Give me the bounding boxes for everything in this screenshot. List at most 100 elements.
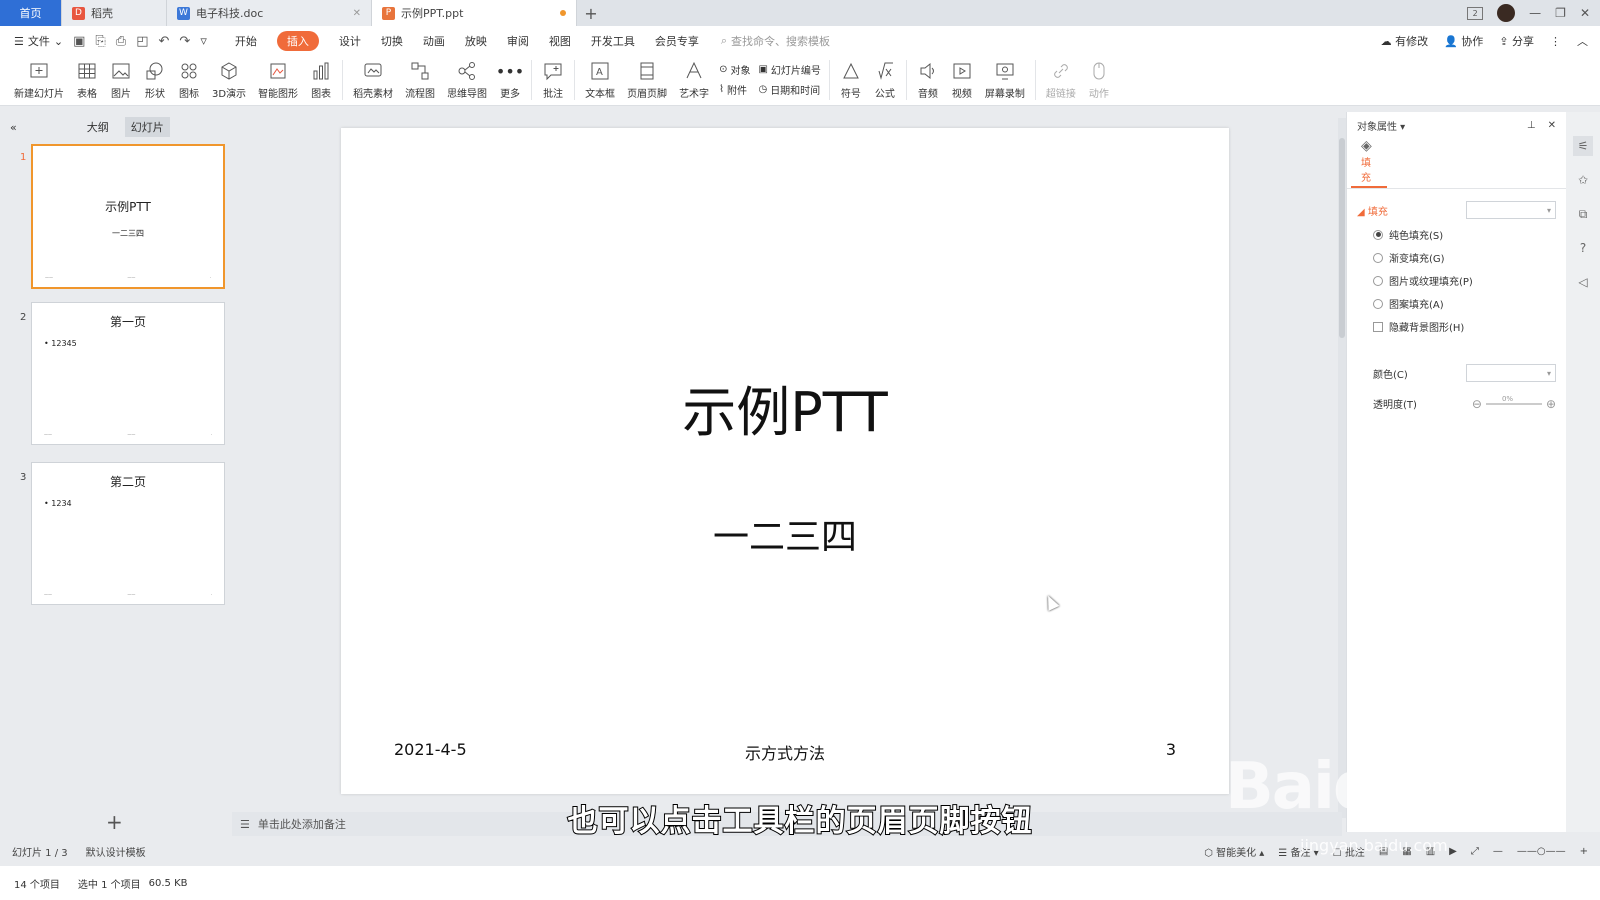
- vertical-scrollbar[interactable]: [1338, 118, 1346, 818]
- pattern-fill-radio[interactable]: 图案填充(A): [1373, 296, 1566, 311]
- tab-slides[interactable]: 幻灯片: [124, 117, 170, 137]
- tab-word-doc[interactable]: W 电子科技.doc ✕: [167, 0, 372, 26]
- preview-icon[interactable]: ◰: [136, 34, 148, 49]
- tab-fill[interactable]: 填充: [1351, 154, 1387, 188]
- attachment-button[interactable]: ⌇ 附件: [719, 82, 750, 97]
- footer-slide-number[interactable]: 3: [1166, 740, 1176, 759]
- action-button[interactable]: 动作: [1082, 56, 1116, 100]
- hyperlink-button[interactable]: 超链接: [1040, 56, 1082, 100]
- screen-record-button[interactable]: 屏幕录制: [979, 56, 1031, 100]
- menu-animation[interactable]: 动画: [423, 33, 445, 49]
- file-menu[interactable]: ☰ 文件 ⌄: [14, 33, 63, 49]
- beautify-button[interactable]: ⬡ 智能美化 ▴: [1204, 844, 1264, 859]
- gradient-fill-radio[interactable]: 渐变填充(G): [1373, 250, 1566, 265]
- object-button[interactable]: ⊙ 对象: [719, 62, 750, 77]
- chart-button[interactable]: 图表: [304, 56, 338, 100]
- table-button[interactable]: 表格: [70, 56, 104, 100]
- picture-button[interactable]: 图片: [104, 56, 138, 100]
- pin-icon[interactable]: ⊥: [1527, 120, 1536, 131]
- current-slide[interactable]: 示例PTT 一二三四 2021-4-5 示方式方法 3: [341, 128, 1229, 794]
- menu-start[interactable]: 开始: [235, 33, 257, 49]
- slider-track[interactable]: 0%: [1485, 395, 1542, 405]
- collapse-ribbon-icon[interactable]: ︿: [1577, 33, 1588, 49]
- export-icon[interactable]: ⎘: [95, 34, 105, 49]
- restore-icon[interactable]: ❐: [1555, 6, 1566, 20]
- menu-member[interactable]: 会员专享: [655, 33, 699, 49]
- close-icon[interactable]: ✕: [353, 8, 361, 19]
- menu-view[interactable]: 视图: [549, 33, 571, 49]
- transparency-slider[interactable]: ⊖ 0% ⊕: [1472, 395, 1556, 411]
- header-footer-button[interactable]: 页眉页脚: [621, 56, 673, 100]
- transition-icon[interactable]: ⧉: [1573, 204, 1593, 224]
- symbol-button[interactable]: 符号: [834, 56, 868, 100]
- tab-outline[interactable]: 大纲: [81, 117, 115, 137]
- plus-icon[interactable]: ⊕: [1546, 397, 1556, 411]
- share-button[interactable]: ⇪ 分享: [1499, 33, 1534, 49]
- close-window-icon[interactable]: ✕: [1580, 6, 1590, 20]
- collab-button[interactable]: 👤 协作: [1444, 33, 1483, 49]
- menu-slideshow[interactable]: 放映: [465, 33, 487, 49]
- video-button[interactable]: 视频: [945, 56, 979, 100]
- search-input[interactable]: ⌕ 查找命令、搜索模板: [721, 33, 830, 49]
- save-icon[interactable]: ▣: [73, 34, 85, 49]
- date-time-button[interactable]: ◷ 日期和时间: [758, 82, 820, 97]
- 3d-button[interactable]: 3D演示: [206, 56, 252, 100]
- fill-preset-select[interactable]: ▾: [1466, 201, 1556, 219]
- shape-button[interactable]: 形状: [138, 56, 172, 100]
- customize-icon[interactable]: ▿: [200, 34, 207, 49]
- mindmap-button[interactable]: 思维导图: [441, 56, 493, 100]
- comment-button[interactable]: 批注: [536, 56, 570, 100]
- flowchart-button[interactable]: 流程图: [399, 56, 441, 100]
- zoom-out-icon[interactable]: —: [1493, 846, 1503, 857]
- docer-material-button[interactable]: 稻壳素材: [347, 56, 399, 100]
- slide-subtitle[interactable]: 一二三四: [341, 508, 1229, 560]
- minus-icon[interactable]: ⊖: [1472, 397, 1482, 411]
- audio-button[interactable]: 音频: [911, 56, 945, 100]
- more-button[interactable]: ••• 更多: [493, 56, 527, 101]
- zoom-in-icon[interactable]: +: [1580, 846, 1588, 857]
- minimize-icon[interactable]: —: [1529, 6, 1541, 20]
- slide-thumbnail-2[interactable]: 第一页 • 12345 —— —— ·: [31, 302, 225, 445]
- properties-icon[interactable]: ⚟: [1573, 136, 1593, 156]
- menu-design[interactable]: 设计: [339, 33, 361, 49]
- tab-ppt[interactable]: P 示例PPT.ppt: [372, 0, 577, 26]
- fill-section-toggle[interactable]: ◢ 填充: [1357, 203, 1388, 218]
- modify-button[interactable]: ☁ 有修改: [1381, 33, 1429, 49]
- menu-review[interactable]: 审阅: [507, 33, 529, 49]
- more-icon[interactable]: ⋮: [1550, 35, 1561, 48]
- voice-icon[interactable]: ◁: [1573, 272, 1593, 292]
- panel-title[interactable]: 对象属性 ▾: [1357, 118, 1405, 133]
- menu-developer[interactable]: 开发工具: [591, 33, 635, 49]
- solid-fill-radio[interactable]: 纯色填充(S): [1373, 227, 1566, 242]
- slide-thumbnail-3[interactable]: 第二页 • 1234 —— —— ·: [31, 462, 225, 605]
- slide-title[interactable]: 示例PTT: [341, 368, 1229, 447]
- textbox-button[interactable]: A 文本框: [579, 56, 621, 100]
- icon-library-button[interactable]: 图标: [172, 56, 206, 100]
- smartart-button[interactable]: 智能图形: [252, 56, 304, 100]
- formula-button[interactable]: 公式: [868, 56, 902, 100]
- picture-fill-radio[interactable]: 图片或纹理填充(P): [1373, 273, 1566, 288]
- print-icon[interactable]: ⎙: [116, 34, 126, 49]
- animation-icon[interactable]: ✩: [1573, 170, 1593, 190]
- window-count-icon[interactable]: 2: [1467, 6, 1484, 20]
- hide-background-checkbox[interactable]: 隐藏背景图形(H): [1373, 319, 1566, 334]
- slide-number-button[interactable]: ▣ 幻灯片编号: [758, 62, 820, 77]
- undo-icon[interactable]: ↶: [159, 34, 170, 49]
- wordart-button[interactable]: 艺术字: [673, 56, 715, 100]
- scrollbar-thumb[interactable]: [1339, 138, 1345, 338]
- play-icon[interactable]: ▶: [1449, 846, 1457, 857]
- help-icon[interactable]: ?: [1573, 238, 1593, 258]
- tab-home[interactable]: 首页: [0, 0, 62, 26]
- redo-icon[interactable]: ↷: [179, 34, 190, 49]
- new-tab-button[interactable]: +: [577, 0, 605, 26]
- template-name[interactable]: 默认设计模板: [86, 844, 146, 859]
- slide-thumbnail-1[interactable]: 示例PTT 一二三四 —— —— ·: [31, 144, 225, 289]
- tab-docer[interactable]: D 稻壳: [62, 0, 167, 26]
- zoom-slider[interactable]: ——○——: [1517, 846, 1566, 857]
- collapse-panel-icon[interactable]: «: [10, 121, 17, 134]
- close-panel-icon[interactable]: ✕: [1548, 120, 1556, 131]
- fit-icon[interactable]: ⤢: [1471, 846, 1479, 857]
- footer-text[interactable]: 示方式方法: [341, 740, 1229, 764]
- menu-transition[interactable]: 切换: [381, 33, 403, 49]
- avatar[interactable]: [1497, 4, 1516, 22]
